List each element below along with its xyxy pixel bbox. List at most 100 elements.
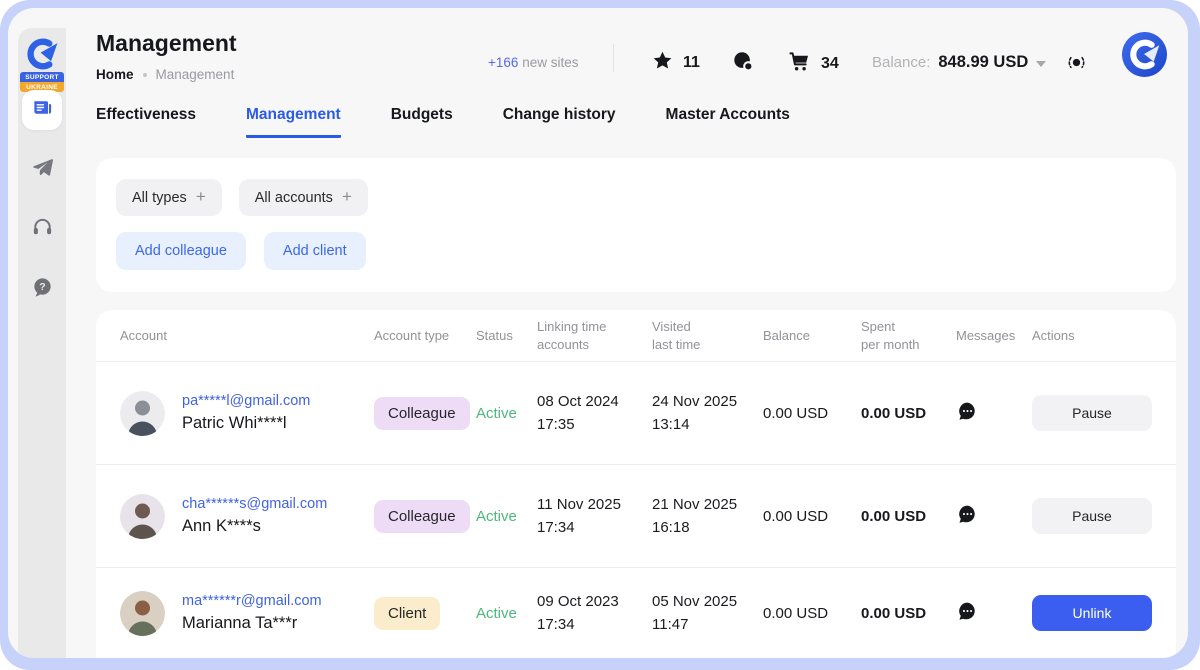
notification-icon [1066, 60, 1087, 77]
tab-master-accounts[interactable]: Master Accounts [666, 106, 790, 138]
sidebar: SUPPORT UKRAINE [18, 28, 66, 658]
chevron-down-icon [1036, 61, 1046, 67]
breadcrumb: Home Management [96, 67, 234, 82]
spent-cell: 0.00 USD [861, 605, 956, 622]
plus-icon: + [196, 187, 206, 207]
help-icon: ? [31, 276, 54, 304]
account-type-badge: Colleague [374, 397, 470, 430]
filter-all-types-label: All types [132, 190, 187, 206]
visited-time: 05 Nov 202511:47 [652, 590, 763, 637]
account-email[interactable]: cha******s@gmail.com [182, 496, 327, 512]
message-button[interactable] [956, 503, 979, 529]
notifications-button[interactable] [1066, 52, 1087, 78]
logo-icon [20, 34, 64, 74]
breadcrumb-current: Management [156, 67, 235, 82]
table-row: ma******r@gmail.com Marianna Ta***r Clie… [96, 568, 1176, 658]
add-client-button[interactable]: Add client [264, 232, 366, 270]
app-window: SUPPORT UKRAINE [8, 8, 1188, 658]
status-label: Active [476, 508, 537, 525]
account-name: Patric Whi****l [182, 414, 310, 433]
balance-cell: 0.00 USD [763, 605, 861, 622]
page-title: Management [96, 30, 237, 57]
filter-all-types[interactable]: All types + [116, 179, 222, 216]
headset-icon [31, 216, 54, 244]
breadcrumb-home[interactable]: Home [96, 67, 134, 82]
accounts-table: Account Account type Status Linking time… [96, 310, 1176, 658]
pause-button[interactable]: Pause [1032, 498, 1152, 534]
star-icon [652, 50, 673, 76]
sidebar-item-help[interactable]: ? [22, 270, 62, 310]
svg-text:?: ? [39, 281, 45, 293]
message-bubble-icon [956, 600, 979, 626]
sidebar-item-telegram[interactable] [22, 150, 62, 190]
account-name: Ann K****s [182, 517, 327, 536]
balance-label: Balance: [872, 54, 930, 71]
cart-count: 34 [821, 55, 839, 73]
col-status: Status [476, 327, 537, 345]
plus-icon: + [342, 187, 352, 207]
tab-bar: Effectiveness Management Budgets Change … [96, 106, 790, 138]
add-colleague-button[interactable]: Add colleague [116, 232, 246, 270]
linking-time: 08 Oct 202417:35 [537, 390, 652, 437]
chat-icon [732, 50, 754, 77]
tab-change-history[interactable]: Change history [503, 106, 616, 138]
favorites-counter[interactable]: 11 [652, 50, 700, 76]
sidebar-item-support[interactable] [22, 210, 62, 250]
tab-budgets[interactable]: Budgets [391, 106, 453, 138]
user-avatar[interactable] [1122, 32, 1167, 77]
filters-card: All types + All accounts + Add colleague… [96, 158, 1176, 292]
balance-cell: 0.00 USD [763, 508, 861, 525]
table-row: pa*****l@gmail.com Patric Whi****l Colle… [96, 362, 1176, 465]
main-content: Management Home Management +166 new site… [96, 8, 1176, 658]
avatar [120, 494, 165, 539]
unlink-button[interactable]: Unlink [1032, 595, 1152, 631]
visited-time: 24 Nov 202513:14 [652, 390, 763, 437]
table-header: Account Account type Status Linking time… [96, 310, 1176, 362]
spent-cell: 0.00 USD [861, 508, 956, 525]
status-label: Active [476, 605, 537, 622]
col-account: Account [120, 327, 374, 345]
tab-effectiveness[interactable]: Effectiveness [96, 106, 196, 138]
filter-all-accounts-label: All accounts [255, 190, 333, 206]
telegram-icon [31, 156, 54, 184]
cart-icon [788, 50, 811, 78]
tab-management[interactable]: Management [246, 106, 341, 138]
message-button[interactable] [956, 400, 979, 426]
messages-indicator[interactable] [732, 50, 754, 77]
linking-time: 11 Nov 202517:34 [537, 493, 652, 540]
col-linking-time: Linking timeaccounts [537, 318, 652, 353]
col-actions: Actions [1032, 327, 1176, 345]
sidebar-item-news[interactable] [22, 90, 62, 130]
support-badge-line1: SUPPORT [20, 72, 64, 82]
message-bubble-icon [956, 400, 979, 426]
account-email[interactable]: pa*****l@gmail.com [182, 393, 310, 409]
account-type-badge: Client [374, 597, 440, 630]
screen-frame: SUPPORT UKRAINE [0, 0, 1200, 670]
favorites-count: 11 [683, 54, 700, 72]
col-balance: Balance [763, 327, 861, 345]
new-sites-count: +166 [488, 55, 518, 70]
balance-cell: 0.00 USD [763, 405, 861, 422]
col-spent: Spentper month [861, 318, 956, 353]
balance-value: 848.99 USD [938, 53, 1028, 72]
linking-time: 09 Oct 202317:34 [537, 590, 652, 637]
message-bubble-icon [956, 503, 979, 529]
balance-dropdown[interactable]: Balance: 848.99 USD [872, 53, 1046, 72]
filter-all-accounts[interactable]: All accounts + [239, 179, 368, 216]
pause-button[interactable]: Pause [1032, 395, 1152, 431]
support-ukraine-badge: SUPPORT UKRAINE [20, 72, 64, 92]
new-sites-label: new sites [522, 55, 578, 70]
col-account-type: Account type [374, 327, 476, 345]
header-divider [613, 44, 614, 72]
cart-counter[interactable]: 34 [788, 50, 839, 78]
spent-cell: 0.00 USD [861, 405, 956, 422]
news-icon [31, 96, 54, 124]
message-button[interactable] [956, 600, 979, 626]
new-sites-counter[interactable]: +166 new sites [488, 55, 578, 70]
app-logo[interactable]: SUPPORT UKRAINE [20, 34, 64, 92]
avatar [120, 591, 165, 636]
table-row: cha******s@gmail.com Ann K****s Colleagu… [96, 465, 1176, 568]
breadcrumb-separator [143, 73, 147, 77]
account-name: Marianna Ta***r [182, 614, 322, 633]
account-email[interactable]: ma******r@gmail.com [182, 593, 322, 609]
